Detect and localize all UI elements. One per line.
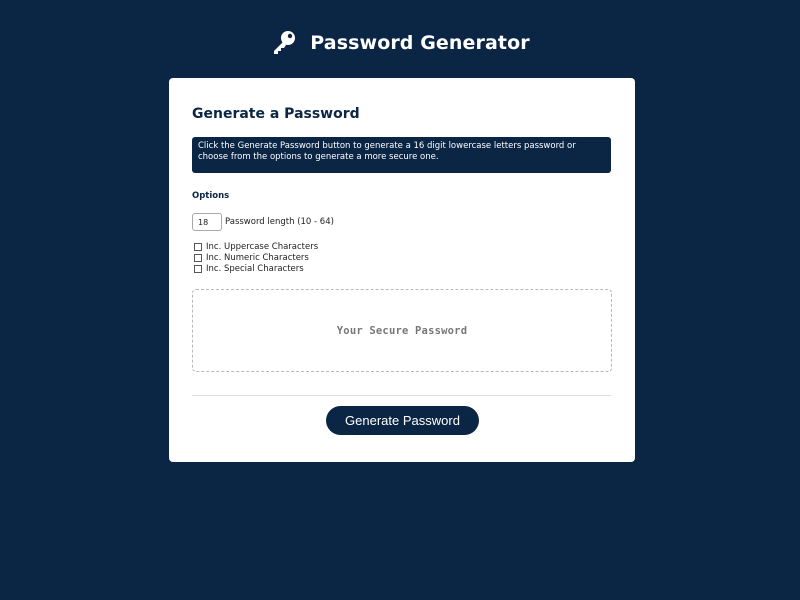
numeric-label: Inc. Numeric Characters xyxy=(206,252,309,263)
app-header: Password Generator xyxy=(0,26,800,60)
password-output-text: Your Secure Password xyxy=(336,324,468,337)
uppercase-option[interactable]: Inc. Uppercase Characters xyxy=(194,241,318,252)
app-title: Password Generator xyxy=(310,32,530,54)
uppercase-label: Inc. Uppercase Characters xyxy=(206,241,319,252)
special-option[interactable]: Inc. Special Characters xyxy=(194,263,318,274)
password-output[interactable]: Your Secure Password xyxy=(192,289,612,372)
generate-password-button[interactable]: Generate Password xyxy=(326,406,479,435)
special-label: Inc. Special Characters xyxy=(206,263,304,274)
uppercase-checkbox[interactable] xyxy=(194,242,202,251)
card-title: Generate a Password xyxy=(192,106,360,122)
key-icon xyxy=(270,29,298,57)
password-length-label: Password length (10 - 64) xyxy=(225,217,334,227)
numeric-option[interactable]: Inc. Numeric Characters xyxy=(194,252,318,263)
generator-card: Generate a Password Click the Generate P… xyxy=(169,78,635,462)
numeric-checkbox[interactable] xyxy=(194,253,202,262)
options-heading: Options xyxy=(192,191,230,201)
length-row: Password length (10 - 64) xyxy=(192,213,334,231)
special-checkbox[interactable] xyxy=(194,264,202,273)
password-length-input[interactable] xyxy=(192,213,222,231)
divider xyxy=(192,395,611,396)
info-box: Click the Generate Password button to ge… xyxy=(192,137,611,173)
options-checkboxes: Inc. Uppercase Characters Inc. Numeric C… xyxy=(194,241,318,274)
